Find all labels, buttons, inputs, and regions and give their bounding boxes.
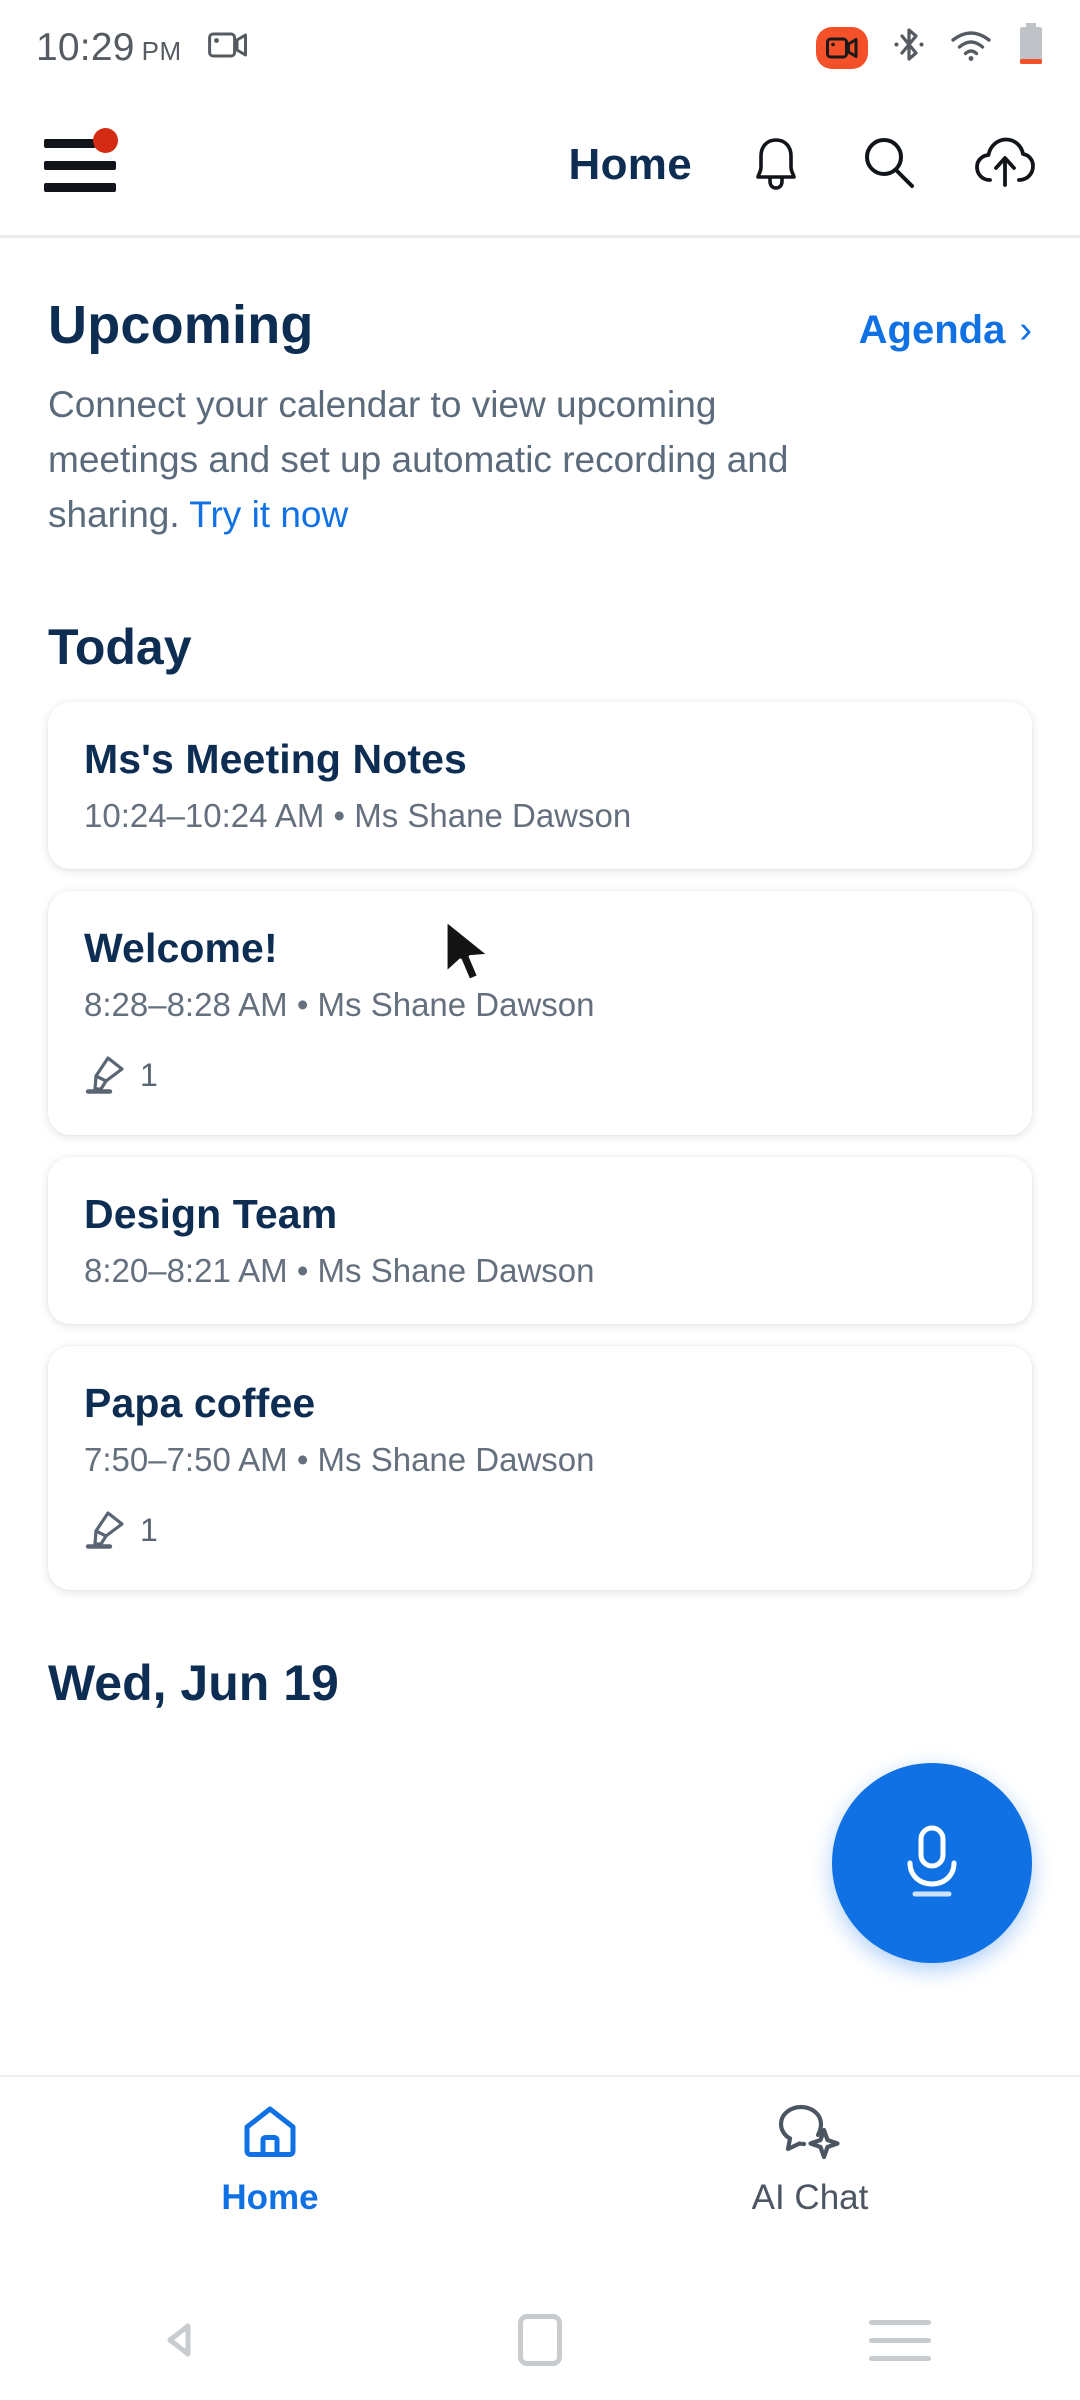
agenda-link[interactable]: Agenda › [859,308,1032,353]
list-item[interactable]: Welcome! 8:28–8:28 AM • Ms Shane Dawson … [48,891,1032,1136]
status-bar-right [816,23,1044,72]
search-icon[interactable] [860,134,918,197]
chat-sparkle-icon [777,2103,843,2166]
content-area: Upcoming Agenda › Connect your calendar … [0,238,1080,2075]
android-nav-bar [0,2280,1080,2400]
home-square-icon [518,2314,562,2366]
bottom-tab-bar: Home AI Chat [0,2075,1080,2280]
tab-ai-chat[interactable]: AI Chat [540,2103,1080,2218]
tab-ai-chat-label: AI Chat [751,2178,869,2217]
microphone-icon [907,1825,957,1897]
notification-dot [93,128,118,153]
today-heading: Today [48,619,192,676]
home-icon [239,2103,301,2166]
nav-home-button[interactable] [360,2314,720,2366]
upcoming-blurb-text: Connect your calendar to view upcoming m… [48,384,789,535]
recents-lines-icon [869,2319,931,2361]
status-bar: 10:29 PM [0,0,1080,95]
bell-icon[interactable] [748,134,804,197]
status-time: 10:29 PM [36,25,182,69]
page-title: Home [568,140,692,189]
list-item[interactable]: Papa coffee 7:50–7:50 AM • Ms Shane Daws… [48,1346,1032,1591]
recording-badge-icon [816,26,868,69]
meeting-meta: 10:24–10:24 AM • Ms Shane Dawson [84,797,632,835]
next-day-heading: Wed, Jun 19 [48,1655,339,1712]
screen-record-icon [207,29,248,66]
cloud-upload-icon[interactable] [974,134,1036,197]
highlight-count: 1 [140,1057,158,1094]
nav-recents-button[interactable] [720,2319,1080,2361]
nav-back-button[interactable] [0,2312,360,2368]
app-header-actions: Home [569,134,1036,197]
wifi-icon [950,28,992,67]
meeting-title: Welcome! [84,925,278,972]
meeting-meta: 8:20–8:21 AM • Ms Shane Dawson [84,1252,595,1290]
battery-icon [1018,23,1044,72]
app-header: Home [0,95,1080,235]
list-item[interactable]: Ms's Meeting Notes 10:24–10:24 AM • Ms S… [48,702,1032,870]
meeting-badges: 1 [84,1050,996,1101]
tab-home-label: Home [221,2178,319,2217]
phone-screen: 10:29 PM Home Upcoming Agenda › Connect … [0,0,1080,2400]
bluetooth-icon [894,25,924,70]
meeting-meta: 8:28–8:28 AM • Ms Shane Dawson [84,986,595,1024]
tab-home[interactable]: Home [0,2103,540,2218]
upcoming-title: Upcoming [48,295,314,355]
list-item[interactable]: Design Team 8:20–8:21 AM • Ms Shane Daws… [48,1157,1032,1325]
highlighter-icon [84,1050,128,1101]
highlight-count: 1 [140,1512,158,1549]
meeting-title: Ms's Meeting Notes [84,736,467,783]
meeting-title: Papa coffee [84,1380,316,1427]
meeting-title: Design Team [84,1191,338,1238]
hamburger-menu-icon[interactable] [44,128,118,196]
record-fab-button[interactable] [832,1763,1032,1963]
meeting-badges: 1 [84,1505,996,1556]
upcoming-section-header: Upcoming Agenda › [0,238,1080,356]
upcoming-blurb: Connect your calendar to view upcoming m… [0,356,900,542]
today-meeting-list: Ms's Meeting Notes 10:24–10:24 AM • Ms S… [0,676,1080,1591]
highlighter-icon [84,1505,128,1556]
try-it-now-link[interactable]: Try it now [189,494,348,535]
agenda-label: Agenda [858,308,1006,352]
back-triangle-icon [167,2323,191,2357]
meeting-meta: 7:50–7:50 AM • Ms Shane Dawson [84,1441,595,1479]
status-bar-left: 10:29 PM [36,26,248,70]
chevron-right-icon: › [1019,309,1032,351]
